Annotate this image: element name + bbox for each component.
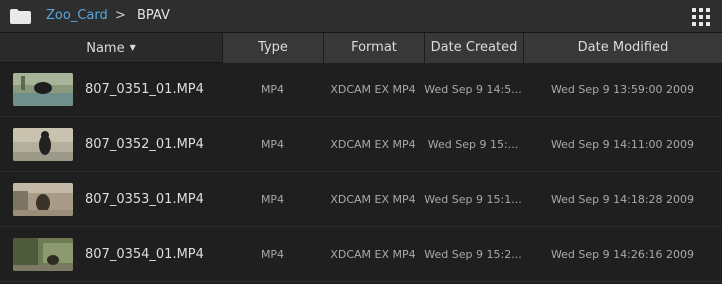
table-row[interactable]: 807_0353_01.MP4 MP4 XDCAM EX MP4 Wed Sep…: [0, 173, 722, 227]
file-name: 807_0352_01.MP4: [85, 137, 204, 152]
file-type: MP4: [260, 248, 285, 261]
column-created-header[interactable]: Date Created: [424, 33, 523, 63]
date-modified: Wed Sep 9 14:11:00 2009: [550, 138, 695, 151]
video-thumbnail: [13, 238, 73, 271]
date-created: Wed Sep 9 15:1...: [424, 193, 522, 206]
folder-icon: [10, 9, 31, 24]
column-format-header[interactable]: Format: [323, 33, 424, 63]
file-type: MP4: [260, 83, 285, 96]
column-created-label: Date Created: [430, 40, 518, 55]
breadcrumb-bar: Zoo_Card > BPAV: [0, 0, 722, 33]
column-modified-label: Date Modified: [577, 40, 669, 55]
table-row[interactable]: 807_0351_01.MP4 MP4 XDCAM EX MP4 Wed Sep…: [0, 63, 722, 117]
file-format: XDCAM EX MP4: [330, 83, 416, 96]
file-format: XDCAM EX MP4: [330, 248, 416, 261]
breadcrumb-current: BPAV: [137, 8, 170, 23]
date-modified: Wed Sep 9 14:18:28 2009: [550, 193, 695, 206]
file-name: 807_0354_01.MP4: [85, 247, 204, 262]
video-thumbnail: [13, 128, 73, 161]
file-type: MP4: [260, 138, 285, 151]
column-name-header[interactable]: Name ▼: [0, 33, 222, 63]
file-name: 807_0353_01.MP4: [85, 192, 204, 207]
column-name-label: Name: [86, 41, 125, 56]
file-format: XDCAM EX MP4: [330, 193, 416, 206]
file-name: 807_0351_01.MP4: [85, 82, 204, 97]
file-format: XDCAM EX MP4: [330, 138, 416, 151]
video-thumbnail: [13, 183, 73, 216]
date-modified: Wed Sep 9 13:59:00 2009: [550, 83, 695, 96]
column-modified-header[interactable]: Date Modified: [523, 33, 722, 63]
date-created: Wed Sep 9 15:2...: [424, 248, 522, 261]
column-type-label: Type: [258, 40, 288, 55]
video-thumbnail: [13, 73, 73, 106]
column-header: Name ▼ Type Format Date Created Date Modi…: [0, 33, 722, 63]
column-format-label: Format: [351, 40, 397, 55]
chevron-right-icon: >: [115, 8, 126, 23]
breadcrumb-parent-link[interactable]: Zoo_Card: [46, 8, 108, 23]
date-created: Wed Sep 9 15:...: [427, 138, 519, 151]
file-type: MP4: [260, 193, 285, 206]
date-modified: Wed Sep 9 14:26:16 2009: [550, 248, 695, 261]
sort-desc-icon: ▼: [129, 43, 136, 52]
table-row[interactable]: 807_0354_01.MP4 MP4 XDCAM EX MP4 Wed Sep…: [0, 228, 722, 282]
date-created: Wed Sep 9 14:5...: [424, 83, 522, 96]
grid-view-icon[interactable]: [692, 8, 710, 26]
table-row[interactable]: 807_0352_01.MP4 MP4 XDCAM EX MP4 Wed Sep…: [0, 118, 722, 172]
column-type-header[interactable]: Type: [222, 33, 323, 63]
